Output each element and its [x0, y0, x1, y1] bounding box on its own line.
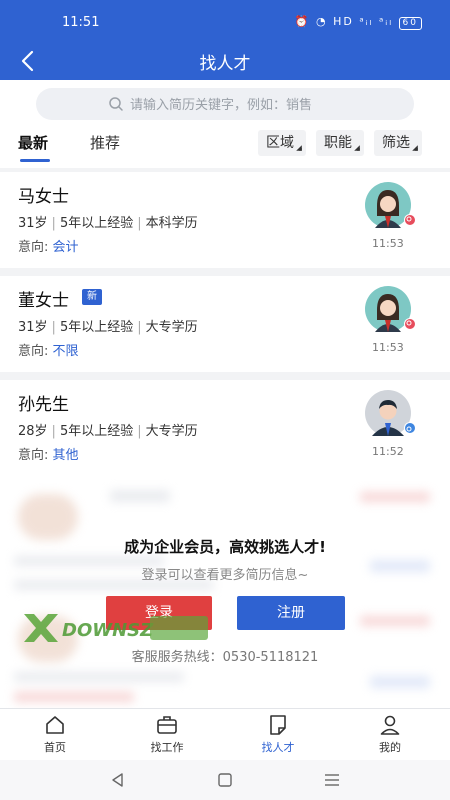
- briefcase-icon: [157, 716, 177, 734]
- tab-latest[interactable]: 最新: [18, 132, 48, 153]
- candidate-card[interactable]: 孙先生 28岁 | 5年以上经验 | 大专学历 意向: 其他 11:52: [0, 380, 450, 476]
- status-time: 11:51: [62, 15, 100, 30]
- resume-icon: [270, 715, 286, 735]
- candidate-info: 31岁 | 5年以上经验 | 大专学历: [18, 320, 198, 335]
- update-time: 11:53: [372, 237, 404, 250]
- back-triangle-icon[interactable]: [108, 770, 128, 790]
- home-square-icon[interactable]: [215, 770, 235, 790]
- candidate-info: 28岁 | 5年以上经验 | 大专学历: [18, 424, 198, 439]
- status-icons: ⏰ ◔ HD ᵃᵢₗ ᵃᵢₗ 60: [295, 15, 422, 30]
- candidate-experience: 5年以上经验: [59, 320, 134, 335]
- candidate-name: 董女士: [18, 291, 69, 311]
- nav-find-talent[interactable]: 找人才: [243, 713, 313, 755]
- candidate-name: 马女士: [18, 187, 69, 207]
- candidate-education: 本科学历: [145, 216, 198, 231]
- candidate-education: 大专学历: [145, 320, 198, 335]
- candidate-experience: 5年以上经验: [59, 216, 134, 231]
- system-nav-bar: [0, 760, 450, 800]
- signal-icon: HD ᵃᵢₗ ᵃᵢₗ: [333, 15, 394, 28]
- female-avatar-icon: [365, 286, 416, 332]
- register-button[interactable]: 注册: [237, 596, 345, 630]
- male-avatar-icon: [365, 390, 416, 436]
- nav-label: 找工作: [150, 741, 184, 754]
- nav-label: 首页: [44, 741, 66, 754]
- candidate-name: 孙先生: [18, 395, 69, 415]
- candidate-intent: 意向: 其他: [18, 444, 79, 463]
- female-avatar-icon: [365, 182, 416, 228]
- locked-resume-area: 成为企业会员，高效挑选人才! 登录可以查看更多简历信息~ 登录 注册 客服服务热…: [0, 476, 450, 708]
- bottom-nav: 首页 找工作 找人才 我的: [0, 708, 450, 760]
- status-bar: 11:51 ⏰ ◔ HD ᵃᵢₗ ᵃᵢₗ 60: [0, 0, 450, 44]
- candidate-education: 大专学历: [145, 424, 198, 439]
- active-tab-indicator: [20, 159, 50, 162]
- update-time: 11:52: [372, 445, 404, 458]
- watermark-logo: DOWNSZ: [24, 614, 208, 642]
- candidate-experience: 5年以上经验: [59, 424, 134, 439]
- home-icon: [46, 716, 64, 734]
- top-nav-bar: 找人才: [0, 44, 450, 80]
- filter-button[interactable]: 筛选: [374, 130, 422, 156]
- blurred-resume-list: [0, 476, 450, 708]
- intent-label: 意向:: [18, 344, 49, 359]
- nav-mine[interactable]: 我的: [355, 713, 425, 755]
- filter-job-button[interactable]: 职能: [316, 130, 364, 156]
- intent-value: 不限: [52, 344, 79, 359]
- service-hotline: 客服服务热线：0530-5118121: [131, 650, 319, 665]
- candidate-info: 31岁 | 5年以上经验 | 本科学历: [18, 216, 198, 231]
- page-title: 找人才: [199, 54, 251, 74]
- candidate-age: 31岁: [18, 320, 48, 335]
- member-prompt-subtitle: 登录可以查看更多简历信息~: [141, 568, 309, 583]
- intent-label: 意向:: [18, 240, 49, 255]
- update-time: 11:53: [372, 341, 404, 354]
- tabs-bar: 最新 推荐 区域 职能 筛选: [0, 126, 450, 168]
- battery-icon: 60: [398, 17, 422, 30]
- menu-lines-icon[interactable]: [322, 770, 342, 790]
- alarm-icon: ⏰: [294, 15, 311, 28]
- candidate-age: 28岁: [18, 424, 48, 439]
- svg-text:DOWNSZ: DOWNSZ: [62, 620, 154, 641]
- nav-label: 我的: [379, 741, 401, 754]
- search-area: 请输入简历关键字，例如：销售: [0, 80, 450, 126]
- candidate-card[interactable]: 马女士 31岁 | 5年以上经验 | 本科学历 意向: 会计 11:53: [0, 172, 450, 268]
- member-prompt-title: 成为企业会员，高效挑选人才!: [124, 538, 326, 556]
- nav-home[interactable]: 首页: [20, 713, 90, 755]
- new-badge: 新: [82, 289, 102, 305]
- candidate-age: 31岁: [18, 216, 48, 231]
- intent-value: 会计: [52, 240, 79, 255]
- intent-label: 意向:: [18, 448, 49, 463]
- candidate-intent: 意向: 不限: [18, 340, 79, 359]
- nav-find-job[interactable]: 找工作: [132, 713, 202, 755]
- nav-label: 找人才: [261, 741, 295, 754]
- search-placeholder: 请输入简历关键字，例如：销售: [130, 98, 313, 113]
- candidate-card[interactable]: 董女士 新 31岁 | 5年以上经验 | 大专学历 意向: 不限 11:53: [0, 276, 450, 372]
- wifi-icon: ◔: [316, 15, 328, 28]
- filter-region-button[interactable]: 区域: [258, 130, 306, 156]
- intent-value: 其他: [52, 448, 79, 463]
- search-icon: [109, 97, 123, 111]
- search-input[interactable]: 请输入简历关键字，例如：销售: [36, 88, 414, 120]
- candidate-intent: 意向: 会计: [18, 236, 79, 255]
- tab-recommend[interactable]: 推荐: [90, 132, 120, 153]
- user-icon: [380, 715, 400, 735]
